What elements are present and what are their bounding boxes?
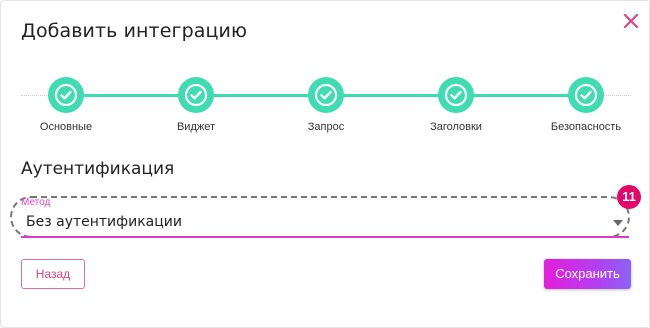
save-button[interactable]: Сохранить xyxy=(544,259,631,289)
step-circle xyxy=(48,77,84,113)
step-label: Виджет xyxy=(176,121,216,133)
method-select[interactable]: Без аутентификации xyxy=(26,214,182,230)
step-widget[interactable]: Виджет xyxy=(141,77,251,133)
step-headers[interactable]: Заголовки xyxy=(401,77,511,133)
step-circle xyxy=(438,77,474,113)
check-circle-icon xyxy=(444,83,468,107)
close-button[interactable] xyxy=(619,9,643,33)
step-security[interactable]: Безопасность xyxy=(531,77,641,133)
method-field-label: Метод xyxy=(21,197,51,208)
step-circle xyxy=(178,77,214,113)
step-label: Заголовки xyxy=(430,121,482,133)
step-label: Основные xyxy=(39,121,93,133)
step-label: Запрос xyxy=(307,121,345,133)
back-button[interactable]: Назад xyxy=(21,259,85,289)
method-field-underline xyxy=(21,236,629,238)
check-circle-icon xyxy=(184,83,208,107)
add-integration-dialog: Добавить интеграцию Основные Виджет Запр… xyxy=(0,0,650,328)
check-circle-icon xyxy=(54,83,78,107)
check-circle-icon xyxy=(314,83,338,107)
step-label: Безопасность xyxy=(550,121,622,133)
check-circle-icon xyxy=(574,83,598,107)
step-circle xyxy=(308,77,344,113)
dialog-title: Добавить интеграцию xyxy=(21,20,248,42)
annotation-badge: 11 xyxy=(617,185,641,209)
step-circle xyxy=(568,77,604,113)
step-request[interactable]: Запрос xyxy=(271,77,381,133)
section-title: Аутентификация xyxy=(21,159,175,179)
chevron-down-icon[interactable] xyxy=(613,220,623,226)
close-icon xyxy=(623,13,639,29)
step-general[interactable]: Основные xyxy=(11,77,121,133)
